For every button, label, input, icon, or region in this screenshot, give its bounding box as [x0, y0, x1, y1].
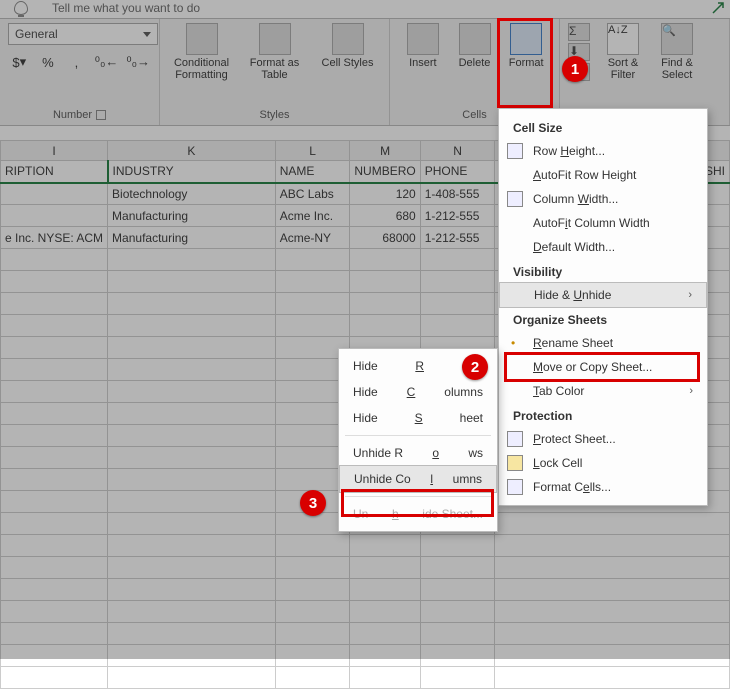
col-header: M [350, 141, 420, 161]
accounting-button[interactable]: $▾ [8, 51, 31, 73]
delete-icon [459, 23, 491, 55]
col-header: K [108, 141, 276, 161]
menu-default-width[interactable]: Default Width... [499, 235, 707, 259]
styles-group-label: Styles [260, 109, 290, 121]
menu-format-cells[interactable]: Format Cells... [499, 475, 707, 499]
col-header: I [1, 141, 108, 161]
badge-1: 1 [562, 56, 588, 82]
cells-group-label: Cells [462, 109, 486, 121]
cell-styles-icon [332, 23, 364, 55]
format-menu: Cell Size Row Height... AutoFit Row Heig… [498, 108, 708, 506]
badge-2: 2 [462, 354, 488, 380]
protect-sheet-icon [507, 431, 523, 447]
menu-column-width[interactable]: Column Width... [499, 187, 707, 211]
submenu-arrow-icon: › [689, 385, 693, 397]
number-format-value: General [15, 27, 58, 41]
menu-protect-sheet[interactable]: Protect Sheet... [499, 427, 707, 451]
menu-unhide-columns[interactable]: Unhide Columns [339, 465, 497, 493]
format-as-table-icon [259, 23, 291, 55]
menu-heading-visibility: Visibility [499, 259, 707, 283]
insert-icon [407, 23, 439, 55]
submenu-arrow-icon: › [688, 289, 692, 301]
menu-rename-sheet[interactable]: •Rename Sheet [499, 331, 707, 355]
menu-move-copy[interactable]: Move or Copy Sheet... [499, 355, 707, 379]
share-icon[interactable] [710, 0, 726, 16]
decrease-decimal-button[interactable]: ⁰₀→ [125, 51, 151, 73]
find-select-button[interactable]: 🔍Find & Select [652, 23, 702, 81]
menu-autofit-column[interactable]: AutoFit Column Width [499, 211, 707, 235]
lightbulb-icon [14, 1, 28, 15]
column-width-icon [507, 191, 523, 207]
conditional-formatting-button[interactable]: Conditional Formatting [168, 23, 235, 81]
format-icon [510, 23, 542, 55]
number-group: General $▾ % , ⁰₀← ⁰₀→ Number [0, 19, 160, 125]
menu-unhide-sheet: Unhide Sheet... [339, 501, 497, 527]
number-format-select[interactable]: General [8, 23, 158, 45]
menu-unhide-rows[interactable]: Unhide Rows [339, 440, 497, 466]
percent-button[interactable]: % [37, 51, 60, 73]
find-icon: 🔍 [661, 23, 693, 55]
lock-cell-icon [507, 455, 523, 471]
format-cells-icon [507, 479, 523, 495]
badge-3: 3 [300, 490, 326, 516]
menu-heading-cellsize: Cell Size [499, 115, 707, 139]
menu-autofit-row[interactable]: AutoFit Row Height [499, 163, 707, 187]
sort-filter-button[interactable]: A↓ZSort & Filter [598, 23, 648, 81]
delete-button[interactable]: Delete [450, 23, 500, 69]
format-button[interactable]: Format [501, 23, 551, 69]
tell-me-text: Tell me what you want to do [52, 1, 200, 15]
conditional-formatting-icon [186, 23, 218, 55]
styles-group: Conditional Formatting Format as Table C… [160, 19, 390, 125]
format-as-table-button[interactable]: Format as Table [241, 23, 308, 81]
cell-styles-button[interactable]: Cell Styles [314, 23, 381, 81]
menu-heading-protection: Protection [499, 403, 707, 427]
col-header: L [275, 141, 350, 161]
increase-decimal-button[interactable]: ⁰₀← [94, 51, 120, 73]
tell-me-area[interactable]: Tell me what you want to do [14, 0, 200, 16]
col-header: N [420, 141, 495, 161]
menu-tab-color[interactable]: Tab Color› [499, 379, 707, 403]
menu-hide-columns[interactable]: Hide Columns [339, 379, 497, 405]
sort-filter-icon: A↓Z [607, 23, 639, 55]
menu-hide-sheet[interactable]: Hide Sheet [339, 405, 497, 431]
number-launcher-icon[interactable] [96, 110, 106, 120]
autosum-icon[interactable]: Σ [568, 23, 590, 41]
comma-button[interactable]: , [65, 51, 88, 73]
menu-heading-organize: Organize Sheets [499, 307, 707, 331]
menu-lock-cell[interactable]: Lock Cell [499, 451, 707, 475]
menu-hide-unhide[interactable]: Hide & Unhide› [499, 282, 707, 308]
insert-button[interactable]: Insert [398, 23, 448, 69]
number-group-label: Number [53, 109, 92, 121]
chevron-down-icon [143, 32, 151, 37]
row-height-icon [507, 143, 523, 159]
menu-row-height[interactable]: Row Height... [499, 139, 707, 163]
